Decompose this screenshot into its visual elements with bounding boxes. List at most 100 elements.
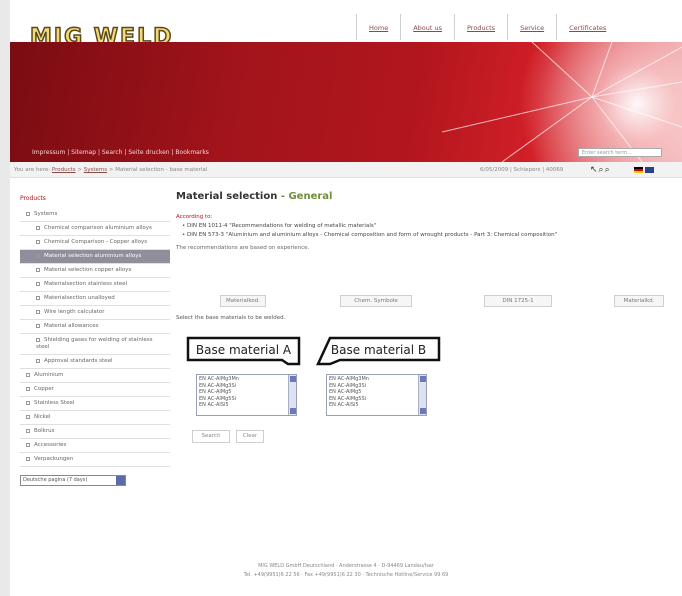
clear-button[interactable]: Clear xyxy=(236,430,264,443)
pointer-icon[interactable]: ↖ xyxy=(590,165,599,175)
sidebar-item-label: Material allowances xyxy=(44,323,99,329)
breadcrumb-systems[interactable]: Systems xyxy=(84,167,107,173)
scroll-down-icon[interactable] xyxy=(290,408,296,414)
nav-about-us[interactable]: About us xyxy=(400,14,454,40)
sidebar-item[interactable]: Materialsection stainless steel xyxy=(20,278,170,292)
page-select[interactable]: Deutsche pagina (7 days) xyxy=(20,475,126,486)
quicklinks[interactable]: Impressum | Sitemap | Search | Seite dru… xyxy=(32,149,209,156)
sidebar-list: Systems Chemical comparison aluminium all… xyxy=(20,208,170,467)
sidebar-item[interactable]: Systems xyxy=(20,208,170,222)
footer-contact: Tel. +49(9951)6 22 56 · Fax +49(9951)6 2… xyxy=(243,572,449,578)
nav-home[interactable]: Home xyxy=(356,14,400,40)
filter-button-chem-symbole[interactable]: Chem. Symbole xyxy=(340,295,412,307)
scroll-down-icon[interactable] xyxy=(420,408,426,414)
sidebar-heading: Products xyxy=(20,195,46,202)
sidebar-item-label: Chemical comparison aluminium alloys xyxy=(44,225,152,231)
according-heading: According to: xyxy=(176,214,213,220)
top-navigation: Home About us Products Service Certifica… xyxy=(356,14,618,40)
sidebar-item[interactable]: Nickel xyxy=(20,411,170,425)
footer: MIG WELD GmbH Deutschland · Anderstrasse… xyxy=(10,562,682,580)
page-meta: 6/05/2009 | Schiepers | 40069 xyxy=(480,167,564,173)
base-material-b-list[interactable]: EN AC-AlMg3Mn EN AC-AlMg3Si EN AC-AlMg5 … xyxy=(326,374,427,416)
label-a-text: Base material A xyxy=(195,343,292,357)
sidebar-item[interactable]: Material selection copper alloys xyxy=(20,264,170,278)
nav-products[interactable]: Products xyxy=(454,14,507,40)
page-title: Material selection - General xyxy=(176,191,676,202)
bullet-icon xyxy=(36,253,40,258)
scroll-up-icon[interactable] xyxy=(420,376,426,382)
sidebar-item-label: Copper xyxy=(34,386,54,392)
sidebar-item[interactable]: Accessories xyxy=(20,439,170,453)
standard-item: • DIN EN 573-3 "Aluminium and aluminium … xyxy=(182,232,558,238)
sidebar-item[interactable]: Shielding gases for welding of stainless… xyxy=(20,334,170,355)
sidebar-item[interactable]: Aluminium xyxy=(20,369,170,383)
list-item[interactable]: EN AC-AlSi5 xyxy=(199,402,294,409)
sidebar-item-label: Systems xyxy=(34,211,58,217)
nav-certificates[interactable]: Certificates xyxy=(556,14,618,40)
sidebar-item[interactable]: Materialsection unalloyed xyxy=(20,292,170,306)
expand-icon xyxy=(26,442,30,447)
expand-icon xyxy=(26,386,30,391)
filter-button-din[interactable]: DIN 1725-1 xyxy=(484,295,552,307)
sidebar-item[interactable]: Approval standards steel xyxy=(20,355,170,369)
language-flags xyxy=(634,167,654,173)
bullet-icon xyxy=(36,239,40,244)
zoom-in-icon[interactable]: ⌕ xyxy=(605,165,611,175)
list-b-scrollbar[interactable] xyxy=(418,375,426,415)
sidebar-item-label: Shielding gases for welding of stainless… xyxy=(36,337,153,350)
sidebar-item[interactable]: Wire length calculator xyxy=(20,306,170,320)
base-material-a-list[interactable]: EN AC-AlMg3Mn EN AC-AlMg3Si EN AC-AlMg5 … xyxy=(196,374,297,416)
sidebar-item-label: Stainless Steel xyxy=(34,400,75,406)
breadcrumb-products[interactable]: Products xyxy=(52,167,76,173)
expand-icon xyxy=(26,414,30,419)
main-content: Material selection - General According t… xyxy=(176,191,676,443)
sidebar-item-label: Material selection aluminium alloys xyxy=(44,253,142,259)
zoom-tools: ↖⌕⌕ xyxy=(590,165,611,175)
nav-service[interactable]: Service xyxy=(507,14,556,40)
flag-de-icon[interactable] xyxy=(634,167,643,173)
sidebar-item[interactable]: Verpackungen xyxy=(20,453,170,467)
breadcrumb: You are here: Products > Systems > Mater… xyxy=(14,167,208,173)
breadcrumb-bar: You are here: Products > Systems > Mater… xyxy=(10,162,682,178)
sidebar-item[interactable]: Material selection aluminium alloys xyxy=(20,250,170,264)
search-button[interactable]: Search xyxy=(192,430,230,443)
sidebar-item[interactable]: Chemical comparison aluminium alloys xyxy=(20,222,170,236)
expand-icon xyxy=(26,400,30,405)
expand-icon xyxy=(26,372,30,377)
chevron-down-icon[interactable] xyxy=(116,476,125,485)
flag-uk-icon[interactable] xyxy=(645,167,654,173)
filter-button-materialkd[interactable]: Materialkd. xyxy=(614,295,664,307)
filter-button-materialkod[interactable]: Materialkod. xyxy=(220,295,266,307)
sidebar-item[interactable]: Copper xyxy=(20,383,170,397)
list-a-scrollbar[interactable] xyxy=(288,375,296,415)
bullet-icon xyxy=(36,337,40,342)
scroll-up-icon[interactable] xyxy=(290,376,296,382)
bullet-icon xyxy=(36,225,40,230)
sidebar-item[interactable]: Bolkrus xyxy=(20,425,170,439)
sidebar-item[interactable]: Material allowances xyxy=(20,320,170,334)
breadcrumb-current: Material selection - base material xyxy=(115,167,208,173)
sidebar-item[interactable]: Stainless Steel xyxy=(20,397,170,411)
sidebar: Products Systems Chemical comparison alum… xyxy=(20,195,170,486)
select-hint: Select the base materials to be welded. xyxy=(176,315,286,321)
banner-rays-graphic xyxy=(441,42,682,162)
breadcrumb-prefix: You are here: xyxy=(14,167,51,173)
sidebar-item-label: Accessories xyxy=(34,442,67,448)
list-item[interactable]: EN AC-AlSi5 xyxy=(329,402,424,409)
sidebar-item-label: Wire length calculator xyxy=(44,309,105,315)
bullet-icon xyxy=(36,267,40,272)
page-select-value: Deutsche pagina (7 days) xyxy=(23,477,88,483)
sidebar-item-label: Material selection copper alloys xyxy=(44,267,132,273)
expand-icon xyxy=(26,211,30,216)
bullet-icon xyxy=(36,281,40,286)
sidebar-item-label: Verpackungen xyxy=(34,456,74,462)
sidebar-item[interactable]: Chemical Comparison - Copper alloys xyxy=(20,236,170,250)
expand-icon xyxy=(26,428,30,433)
sidebar-item-label: Nickel xyxy=(34,414,51,420)
bullet-icon xyxy=(36,358,40,363)
sidebar-item-label: Aluminium xyxy=(34,372,64,378)
header-banner: Impressum | Sitemap | Search | Seite dru… xyxy=(10,42,682,162)
base-material-a-label: Base material A xyxy=(186,336,301,366)
page: Home About us Products Service Certifica… xyxy=(10,0,682,596)
search-input[interactable]: Enter search term... xyxy=(578,148,662,157)
